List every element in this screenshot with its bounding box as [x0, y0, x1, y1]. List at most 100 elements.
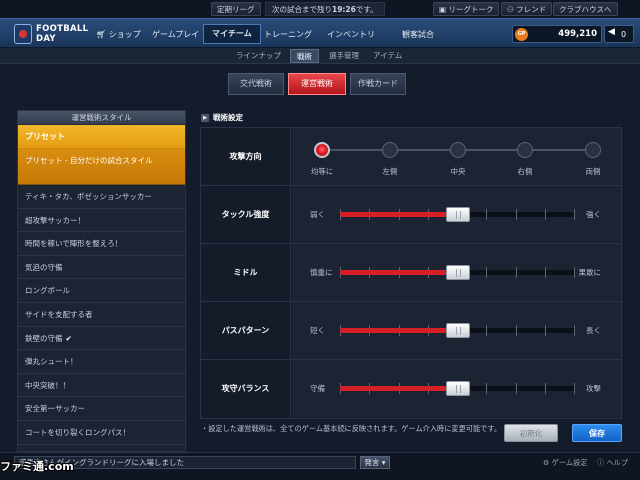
- slider-max-label: 攻撃: [586, 384, 601, 393]
- list-item[interactable]: 時間を稼いで陣形を整えろ！: [18, 232, 185, 256]
- slider-tick: [486, 325, 487, 336]
- radio-left[interactable]: [382, 142, 398, 158]
- slider-knob[interactable]: [445, 381, 470, 396]
- logo-line2: DAY: [36, 34, 56, 44]
- slider-tick: [486, 383, 487, 394]
- list-item[interactable]: コートを切り裂くロングパス！: [18, 421, 185, 445]
- slider-tick: [574, 383, 575, 394]
- list-item[interactable]: 中央突破！！: [18, 374, 185, 398]
- nav-gameplay[interactable]: ゲームプレイ: [152, 26, 199, 44]
- help-link[interactable]: ⓘ ヘルプ: [597, 458, 628, 468]
- clubhouse-button[interactable]: クラブハウスへ: [553, 2, 618, 16]
- tab-strategy-cards[interactable]: 作戦カード: [350, 73, 406, 95]
- radio-right[interactable]: [517, 142, 533, 158]
- preset-selected-item[interactable]: プリセット - 自分だけの試合スタイル: [18, 149, 185, 185]
- tactics-settings-heading: ▶ 戦術設定: [201, 112, 243, 122]
- balance-slider[interactable]: [340, 381, 575, 396]
- friend-label: フレンド: [516, 5, 547, 14]
- nav-myteam[interactable]: マイチーム: [203, 24, 261, 44]
- slider-tick: [486, 267, 487, 278]
- list-item[interactable]: サイドを支配する者: [18, 303, 185, 327]
- nav-watch[interactable]: 観客試合: [402, 26, 434, 44]
- subnav-tactics[interactable]: 戦術: [290, 49, 319, 63]
- slider-label: ミドル: [201, 244, 291, 301]
- sound-control[interactable]: ◀ 0: [604, 25, 634, 43]
- logo-line1: FOOTBALL: [36, 24, 89, 34]
- famitsu-watermark: ファミ通.com: [0, 460, 74, 473]
- attack-direction-label: 攻撃方向: [201, 128, 291, 185]
- gp-balance: GP 499,210: [512, 25, 602, 43]
- slider-body: 弱く 強く: [292, 186, 621, 243]
- gear-icon: ⚙: [543, 458, 552, 467]
- gp-coin-icon: GP: [515, 28, 528, 41]
- gp-value: 499,210: [558, 29, 597, 39]
- slider-tick: [574, 267, 575, 278]
- preset-header[interactable]: プリセット: [18, 125, 185, 149]
- slider-min-label: 弱く: [310, 210, 325, 219]
- tab-management-tactics[interactable]: 運営戦術: [288, 73, 346, 95]
- attack-direction-row: 攻撃方向 均等に 左側 中央 右側 両側: [201, 128, 621, 186]
- next-match-timer: 次の試合まで残り19:26です。: [265, 2, 385, 16]
- slider-label: 攻守バランス: [201, 360, 291, 417]
- radio-both[interactable]: [585, 142, 601, 158]
- tactics-tabs: 交代戦術 運営戦術 作戦カード: [0, 64, 640, 104]
- radio-center[interactable]: [450, 142, 466, 158]
- list-item[interactable]: 弾丸シュート！: [18, 350, 185, 374]
- game-settings-link[interactable]: ⚙ ゲーム設定: [543, 458, 587, 468]
- slider-label: パスパターン: [201, 302, 291, 359]
- reset-button[interactable]: 初期化: [504, 424, 558, 442]
- slider-tick: [486, 209, 487, 220]
- subnav-items[interactable]: アイテム: [367, 49, 408, 63]
- tackle-strength-row: タックル強度 弱く 強く: [201, 186, 621, 244]
- sound-value: 0: [621, 30, 627, 39]
- slider-body: 慎重に 果敢に: [292, 244, 621, 301]
- speaker-icon: ◀: [608, 27, 615, 37]
- slider-tick: [545, 267, 546, 278]
- game-settings-label: ゲーム設定: [551, 458, 588, 467]
- friend-icon: ⚇: [507, 5, 517, 14]
- settings-note: ・設定した運営戦術は、全てのゲーム基本続に反映されます。ゲーム介入時に変更可能で…: [201, 424, 502, 433]
- list-item[interactable]: 気迫の守備: [18, 256, 185, 280]
- nav-inventory[interactable]: インベントリ: [327, 26, 375, 44]
- slider-knob[interactable]: [445, 323, 470, 338]
- slider-min-label: 短く: [310, 326, 325, 335]
- slider-knob[interactable]: [445, 207, 470, 222]
- slider-body: 短く 長く: [292, 302, 621, 359]
- pass-pattern-slider[interactable]: [340, 323, 575, 338]
- middle-shot-row: ミドル 慎重に 果敢に: [201, 244, 621, 302]
- slider-knob[interactable]: [445, 265, 470, 280]
- friend-button[interactable]: ⚇ フレンド: [501, 2, 553, 16]
- slider-fill: [340, 328, 458, 333]
- league-talk-label: リーグトーク: [448, 5, 494, 14]
- league-badge[interactable]: 定期リーグ: [211, 2, 261, 16]
- send-button[interactable]: 発言 ▾: [360, 456, 390, 469]
- radio-label-center: 中央: [450, 167, 466, 176]
- list-item-checked[interactable]: 鉄壁の守備 ✔: [18, 327, 185, 351]
- nav-shop[interactable]: 🛒︎ ショップ: [96, 26, 141, 44]
- list-item[interactable]: ティキ・タカ、ポゼッションサッカー: [18, 185, 185, 209]
- list-item[interactable]: 安全第一サッカー: [18, 397, 185, 421]
- slider-max-label: 長く: [586, 326, 601, 335]
- slider-fill: [340, 270, 458, 275]
- subnav-player-management[interactable]: 選手管理: [323, 49, 365, 63]
- tab-substitution-tactics[interactable]: 交代戦術: [228, 73, 284, 95]
- league-talk-button[interactable]: ▣ リーグトーク: [433, 2, 500, 16]
- slider-tick: [574, 209, 575, 220]
- radio-label-balanced: 均等に: [310, 167, 334, 176]
- slider-body: 守備 攻撃: [292, 360, 621, 417]
- main-nav: FOOTBALL DAY 🛒︎ ショップ ゲームプレイ マイチーム トレーニング…: [0, 18, 640, 48]
- middle-shot-slider[interactable]: [340, 265, 575, 280]
- list-item[interactable]: ロングボール: [18, 279, 185, 303]
- slider-tick: [545, 325, 546, 336]
- footer-bar: 遊馬恵さんがイングランドリーグに入場しました 発言 ▾ ⚙ ゲーム設定 ⓘ ヘル…: [0, 452, 640, 480]
- save-button[interactable]: 保存: [572, 424, 622, 442]
- radio-balanced[interactable]: [314, 142, 330, 158]
- list-item[interactable]: 超攻撃サッカー！: [18, 209, 185, 233]
- style-list-title: 運営戦術スタイル: [18, 111, 185, 125]
- list-item-label: 鉄壁の守備: [25, 333, 63, 343]
- subnav-lineup[interactable]: ラインナップ: [230, 49, 287, 63]
- nav-training[interactable]: トレーニング: [264, 26, 312, 44]
- slider-tick: [574, 325, 575, 336]
- tackle-strength-slider[interactable]: [340, 207, 575, 222]
- slider-fill: [340, 212, 458, 217]
